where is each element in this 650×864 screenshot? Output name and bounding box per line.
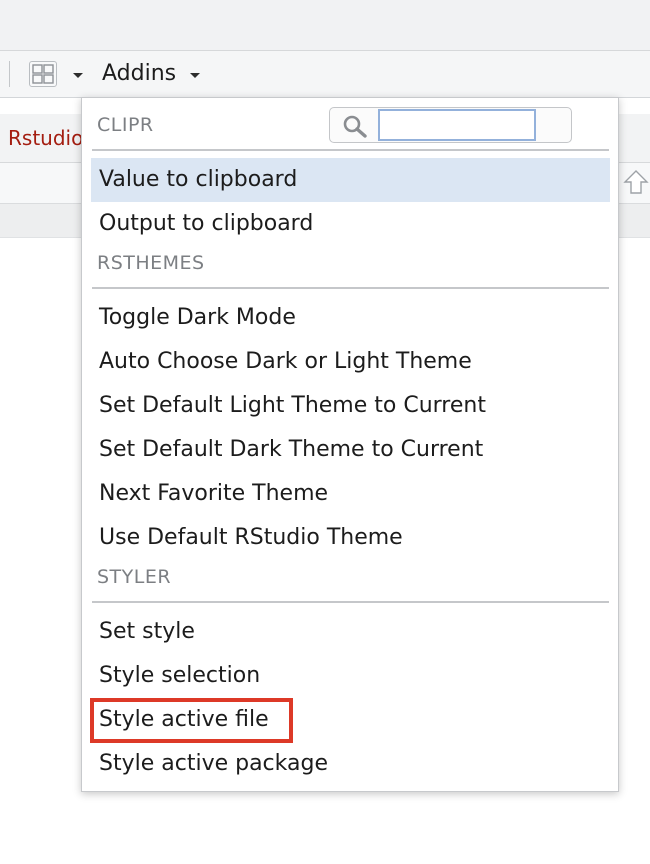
group-header-rsthemes: RSTHEMES — [97, 252, 205, 274]
menu-item-use-default-rstudio-theme[interactable]: Use Default RStudio Theme — [91, 516, 610, 560]
menu-item-set-default-light-theme[interactable]: Set Default Light Theme to Current — [91, 384, 610, 428]
menu-item-auto-choose-theme[interactable]: Auto Choose Dark or Light Theme — [91, 340, 610, 384]
menu-item-set-style[interactable]: Set style — [91, 610, 610, 654]
menu-item-output-to-clipboard[interactable]: Output to clipboard — [91, 202, 610, 246]
menu-divider — [92, 601, 609, 603]
menu-item-style-selection[interactable]: Style selection — [91, 654, 610, 698]
addins-chevron-down-icon[interactable] — [190, 73, 200, 78]
search-icon — [343, 115, 367, 138]
menu-item-next-favorite-theme[interactable]: Next Favorite Theme — [91, 472, 610, 516]
menu-item-value-to-clipboard[interactable]: Value to clipboard — [91, 158, 610, 202]
grid-icon — [32, 64, 54, 84]
menu-item-style-active-package[interactable]: Style active package — [91, 742, 610, 786]
window-top-bar — [0, 0, 650, 51]
group-header-styler: STYLER — [97, 566, 172, 588]
pane-layout-dropdown-icon[interactable] — [73, 73, 83, 78]
editor-tab[interactable]: Rstudio — [8, 126, 83, 150]
toolbar-separator — [9, 61, 10, 87]
addin-search-input[interactable] — [378, 109, 536, 141]
arrow-up-icon[interactable] — [621, 167, 650, 197]
main-toolbar — [0, 51, 650, 98]
addins-dropdown-menu: CLIPR Value to clipboard Output to clipb… — [81, 97, 619, 792]
addin-search-box[interactable] — [329, 107, 572, 143]
menu-divider — [92, 287, 609, 289]
menu-divider — [92, 149, 609, 151]
pane-layout-button[interactable] — [29, 61, 57, 87]
addins-menu-button[interactable]: Addins — [102, 61, 176, 86]
group-header-clipr: CLIPR — [97, 114, 154, 136]
menu-item-style-active-file[interactable]: Style active file — [91, 698, 610, 742]
menu-item-toggle-dark-mode[interactable]: Toggle Dark Mode — [91, 296, 610, 340]
menu-item-set-default-dark-theme[interactable]: Set Default Dark Theme to Current — [91, 428, 610, 472]
